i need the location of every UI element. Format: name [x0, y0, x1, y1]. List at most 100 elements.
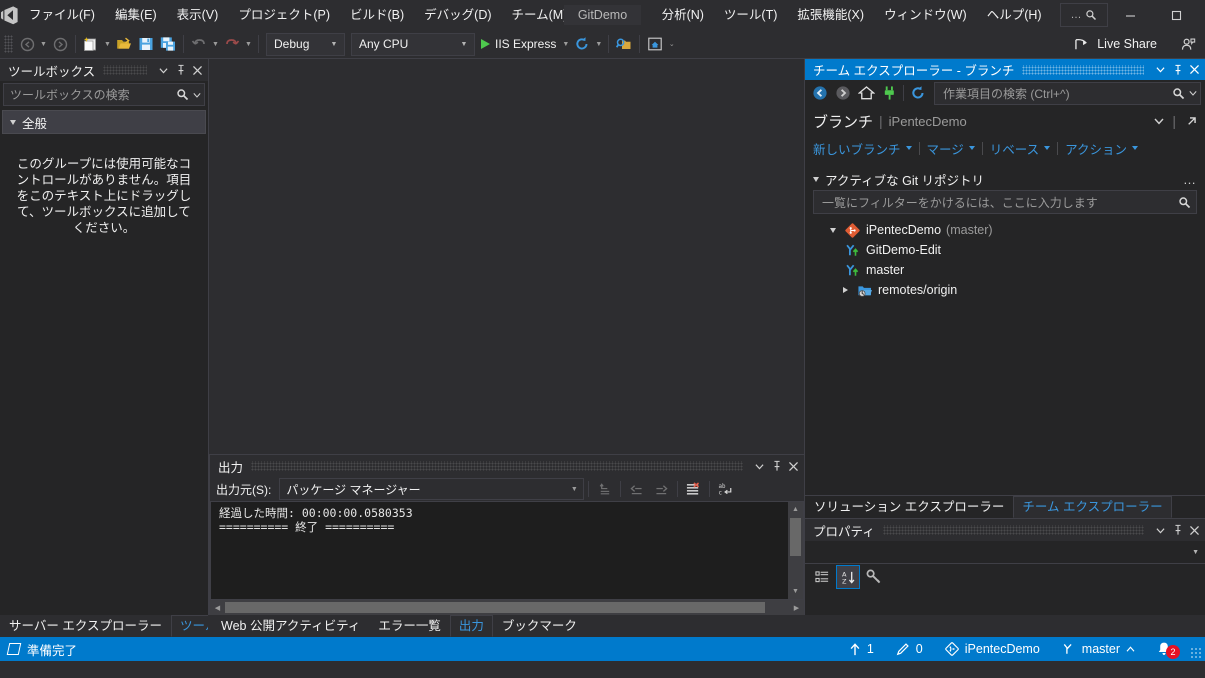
output-vertical-scrollbar[interactable]: ▲ ▼ [788, 502, 803, 599]
find-in-files-icon[interactable] [613, 33, 635, 55]
tree-node-branch-master[interactable]: master [805, 260, 1205, 280]
repo-filter-input[interactable]: 一覧にフィルターをかけるには、ここに入力します [813, 190, 1197, 214]
tab-web-publish-activity[interactable]: Web 公開アクティビティ [212, 615, 369, 637]
alphabetical-view-icon[interactable]: A Z [836, 565, 860, 589]
refresh-icon[interactable] [907, 82, 929, 104]
editor-empty-surface[interactable] [209, 59, 804, 454]
categorized-view-icon[interactable] [811, 566, 833, 588]
live-share-button[interactable]: Live Share [1066, 32, 1165, 56]
link-merge[interactable]: マージ [927, 139, 981, 158]
menu-view[interactable]: 表示(V) [167, 0, 229, 30]
toolbox-close-icon[interactable] [189, 61, 206, 80]
output-vscroll-thumb[interactable] [790, 518, 801, 556]
team-explorer-drag-handle[interactable] [1022, 64, 1144, 75]
menu-test[interactable]: テスト(S) [577, 0, 651, 30]
link-actions[interactable]: アクション [1065, 139, 1144, 158]
pending-changes[interactable]: 0 [885, 637, 934, 661]
expander-expanded-icon[interactable] [827, 227, 839, 233]
search-icon[interactable] [174, 85, 191, 104]
status-branch[interactable]: master [1051, 637, 1146, 661]
properties-drag-handle[interactable] [882, 525, 1144, 535]
properties-close-icon[interactable] [1186, 521, 1203, 540]
save-icon[interactable] [135, 33, 157, 55]
toolbox-drag-handle[interactable] [103, 65, 147, 75]
active-repos-header[interactable]: アクティブな Git リポジトリ … [805, 168, 1205, 190]
home-icon[interactable] [855, 82, 877, 104]
link-new-branch[interactable]: 新しいブランチ [813, 139, 918, 158]
tab-bookmarks[interactable]: ブックマーク [493, 615, 586, 637]
status-repository[interactable]: iPentecDemo [934, 637, 1051, 661]
work-item-search-dropdown-icon[interactable] [1187, 84, 1198, 103]
notifications-button[interactable]: 2 [1146, 637, 1186, 661]
tree-node-repo[interactable]: iPentecDemo (master) [805, 220, 1205, 240]
redo-dropdown[interactable]: ▼ [243, 33, 254, 55]
toolbox-group-general[interactable]: 全般 [2, 110, 206, 134]
properties-pin-icon[interactable] [1169, 521, 1186, 540]
open-file-icon[interactable] [113, 33, 135, 55]
go-to-message-icon[interactable] [593, 479, 616, 500]
tab-team-explorer[interactable]: チーム エクスプローラー [1013, 496, 1172, 518]
menu-tools[interactable]: ツール(T) [714, 0, 787, 30]
property-pages-icon[interactable] [863, 566, 885, 588]
menu-team[interactable]: チーム(M) [502, 0, 578, 30]
new-project-icon[interactable] [80, 33, 102, 55]
output-dropdown-icon[interactable] [751, 457, 768, 476]
menu-edit[interactable]: 編集(E) [105, 0, 167, 30]
start-debug-button[interactable]: IIS Express [478, 33, 560, 55]
toolbar-grip[interactable] [4, 35, 13, 53]
solution-platform-combo[interactable]: Any CPU ▼ [351, 32, 475, 56]
tree-node-remotes-origin[interactable]: remotes/origin [805, 280, 1205, 300]
output-drag-handle[interactable] [251, 461, 743, 471]
refresh-dropdown[interactable]: ▼ [593, 33, 604, 55]
menu-debug[interactable]: デバッグ(D) [414, 0, 501, 30]
navigate-backward-icon[interactable] [16, 33, 38, 55]
menu-build[interactable]: ビルド(B) [340, 0, 414, 30]
output-text-area[interactable]: 経過した時間: 00:00:00.0580353 ========== 終了 =… [210, 501, 804, 600]
solution-configuration-combo[interactable]: Debug ▼ [266, 32, 345, 56]
close-button[interactable] [1200, 0, 1205, 30]
outgoing-commits[interactable]: 1 [838, 637, 885, 661]
maximize-button[interactable] [1154, 0, 1200, 30]
new-project-dropdown[interactable]: ▼ [102, 33, 113, 55]
team-explorer-pin-icon[interactable] [1169, 60, 1186, 79]
search-icon[interactable] [1176, 193, 1193, 212]
menu-project[interactable]: プロジェクト(P) [228, 0, 340, 30]
next-message-icon[interactable] [650, 479, 673, 500]
toolbox-pin-icon[interactable] [172, 61, 189, 80]
output-pin-icon[interactable] [768, 457, 785, 476]
scroll-right-icon[interactable]: ▶ [789, 600, 804, 615]
menu-window[interactable]: ウィンドウ(W) [874, 0, 977, 30]
output-horizontal-scrollbar[interactable]: ◀ ▶ [210, 600, 804, 615]
team-explorer-close-icon[interactable] [1186, 60, 1203, 79]
previous-message-icon[interactable] [625, 479, 648, 500]
search-icon[interactable] [1170, 84, 1187, 103]
work-item-search-input[interactable]: 作業項目の検索 (Ctrl+^) [934, 81, 1201, 105]
toolbar-overflow-icon[interactable]: ⌄ [666, 33, 677, 55]
properties-object-selector[interactable]: ▼ [805, 541, 1205, 564]
menu-file[interactable]: ファイル(F) [19, 0, 105, 30]
menu-analyze[interactable]: 分析(N) [652, 0, 714, 30]
tab-server-explorer[interactable]: サーバー エクスプローラー [0, 615, 171, 637]
scroll-left-icon[interactable]: ◀ [210, 600, 225, 615]
toggle-word-wrap-icon[interactable]: ab c [714, 479, 737, 500]
redo-icon[interactable] [221, 33, 243, 55]
connect-plugin-icon[interactable] [878, 82, 900, 104]
toolbox-search-dropdown-icon[interactable] [191, 85, 202, 104]
properties-grid[interactable] [805, 590, 1205, 615]
tab-error-list[interactable]: エラー一覧 [369, 615, 450, 637]
output-hscroll-thumb[interactable] [225, 602, 765, 613]
scroll-down-icon[interactable]: ▼ [788, 584, 803, 599]
navigate-forward-icon[interactable] [49, 33, 71, 55]
toolbox-dropdown-icon[interactable] [155, 61, 172, 80]
forward-icon[interactable] [832, 82, 854, 104]
start-debug-dropdown[interactable]: ▼ [560, 33, 571, 55]
branch-section-dropdown-icon[interactable] [1150, 112, 1167, 131]
expander-collapsed-icon[interactable] [839, 287, 851, 293]
feedback-icon[interactable] [1177, 33, 1199, 55]
tree-node-branch-gitdemo-edit[interactable]: GitDemo-Edit [805, 240, 1205, 260]
tab-solution-explorer[interactable]: ソリューション エクスプローラー [805, 496, 1013, 518]
clear-all-icon[interactable] [682, 479, 705, 500]
active-repos-more-icon[interactable]: … [1183, 172, 1197, 187]
link-rebase[interactable]: リベース [990, 139, 1056, 158]
scroll-up-icon[interactable]: ▲ [788, 502, 803, 517]
